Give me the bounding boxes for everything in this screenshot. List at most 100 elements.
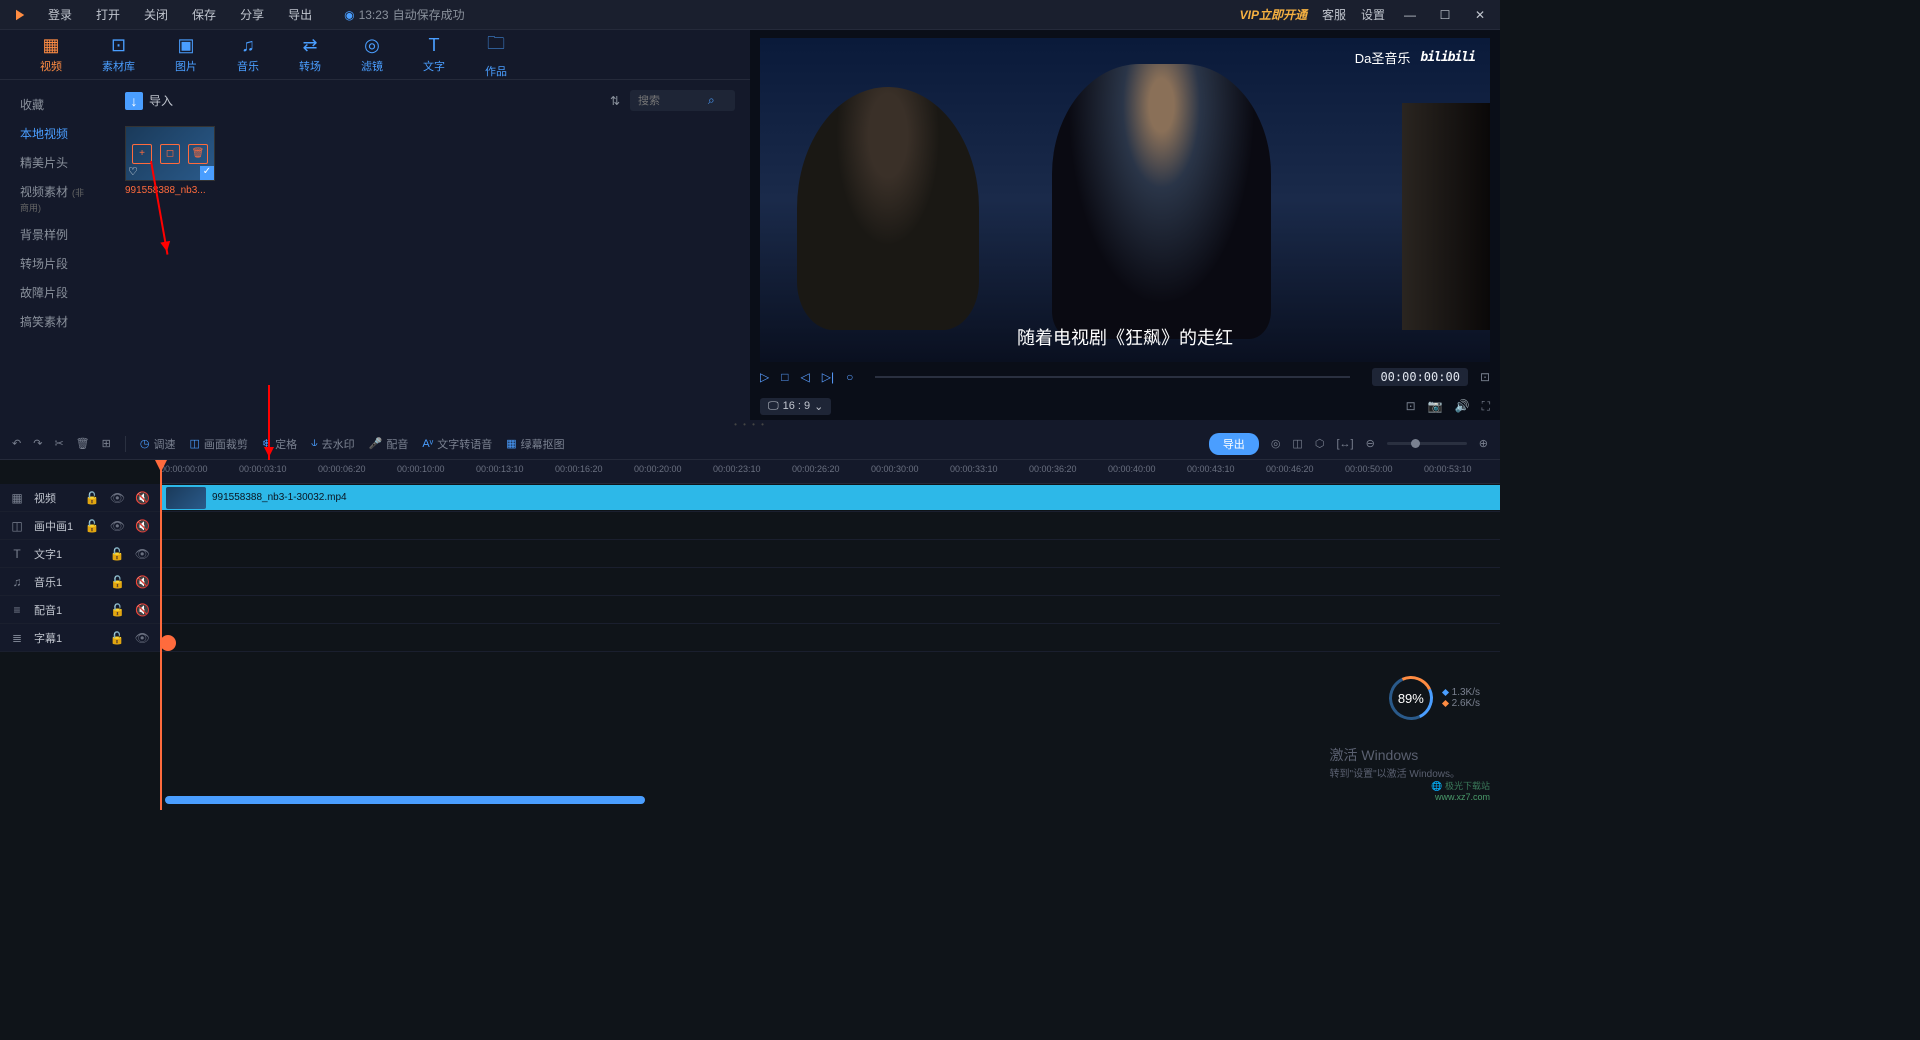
trash-button[interactable]: 🗑: [76, 437, 90, 450]
playhead[interactable]: [160, 460, 162, 810]
zoom-in-button[interactable]: ⊕: [1479, 437, 1488, 450]
snapshot-icon[interactable]: ⊡: [1406, 399, 1416, 414]
settings-button[interactable]: 设置: [1361, 6, 1385, 23]
delete-icon[interactable]: 🗑: [188, 144, 208, 164]
export-button[interactable]: 导出: [1209, 433, 1259, 455]
lock-icon[interactable]: 🔓: [85, 491, 100, 505]
aspect-ratio-select[interactable]: 🖵 16 : 9 ⌄: [760, 398, 831, 415]
play-button[interactable]: ▷: [760, 370, 769, 384]
video-clip[interactable]: 991558388_nb3-1-30032.mp4: [160, 485, 1500, 510]
minimize-button[interactable]: —: [1400, 8, 1420, 22]
track-body[interactable]: [160, 568, 1500, 595]
media-thumbnail[interactable]: +◻🗑 ♡ ✓ 991558388_nb3...: [125, 126, 735, 196]
mute-icon[interactable]: 🔇: [135, 491, 150, 505]
sidebar-item-trans-clip[interactable]: 转场片段: [0, 249, 110, 278]
preview-controls: ▷ □ ◁ ▷| ○ 00:00:00:00 ⊡: [750, 362, 1500, 392]
dub-button[interactable]: 🎤配音: [369, 436, 409, 452]
maximize-button[interactable]: ☐: [1435, 8, 1455, 22]
cut-button[interactable]: ✂: [54, 437, 63, 450]
search-icon[interactable]: ⌕: [708, 93, 715, 108]
tts-button[interactable]: Aᵛ文字转语音: [422, 436, 492, 452]
track-body[interactable]: [160, 512, 1500, 539]
menu-export[interactable]: 导出: [276, 6, 324, 23]
mute-icon[interactable]: 🔇: [135, 603, 150, 617]
layout-icon[interactable]: ◫: [1292, 437, 1302, 450]
sidebar-item-intro[interactable]: 精美片头: [0, 148, 110, 177]
keying-button[interactable]: ▦绿幕抠图: [506, 436, 564, 452]
lock-icon[interactable]: 🔓: [110, 631, 125, 645]
crop-icon[interactable]: ◻: [160, 144, 180, 164]
next-frame-button[interactable]: ▷|: [822, 370, 834, 384]
lock-icon[interactable]: 🔓: [85, 519, 100, 533]
mute-icon[interactable]: 🔇: [135, 575, 150, 589]
track-body[interactable]: [160, 540, 1500, 567]
zoom-out-button[interactable]: ⊖: [1366, 437, 1375, 450]
kefu-button[interactable]: 客服: [1322, 6, 1346, 23]
preview-scrubber[interactable]: [875, 376, 1350, 378]
prev-frame-button[interactable]: ◁: [800, 370, 809, 384]
fullscreen-icon[interactable]: ⛶: [1482, 399, 1490, 414]
ruler-mark: 00:00:00:00: [160, 464, 208, 474]
tab-filter[interactable]: ◎滤镜: [341, 35, 403, 74]
track-body[interactable]: [160, 596, 1500, 623]
lock-icon[interactable]: 🔓: [110, 603, 125, 617]
sidebar-item-glitch[interactable]: 故障片段: [0, 278, 110, 307]
tab-video[interactable]: ▦视频: [20, 35, 82, 74]
crop-button[interactable]: ◫画面裁剪: [189, 436, 247, 452]
sidebar-item-local[interactable]: 本地视频: [0, 119, 110, 148]
search-input[interactable]: [638, 95, 708, 107]
safe-zone-icon[interactable]: ⊡: [1480, 370, 1490, 384]
menu-save[interactable]: 保存: [180, 6, 228, 23]
timeline-scrollbar[interactable]: [165, 796, 645, 804]
eye-icon[interactable]: 👁: [135, 631, 150, 645]
sidebar-item-stock[interactable]: 视频素材(非商用): [0, 177, 110, 220]
marker-icon[interactable]: ◎: [1271, 437, 1281, 450]
fit-icon[interactable]: [↔]: [1336, 438, 1353, 450]
track-body[interactable]: 991558388_nb3-1-30032.mp4: [160, 484, 1500, 511]
sidebar-item-favorites[interactable]: 收藏: [0, 90, 110, 119]
mute-icon[interactable]: 🔇: [135, 519, 150, 533]
vip-button[interactable]: VIP立即开通: [1240, 6, 1307, 23]
music-icon: ♫: [241, 35, 255, 56]
lock-icon[interactable]: 🔓: [110, 575, 125, 589]
split-button[interactable]: ⊞: [102, 437, 111, 450]
redo-button[interactable]: ↷: [33, 437, 42, 450]
close-button[interactable]: ✕: [1470, 8, 1490, 22]
sidebar-item-funny[interactable]: 搞笑素材: [0, 307, 110, 336]
tab-music[interactable]: ♫音乐: [217, 35, 279, 74]
eye-icon[interactable]: 👁: [110, 519, 125, 533]
stop-button[interactable]: □: [781, 370, 788, 384]
login-button[interactable]: 登录: [36, 6, 84, 23]
speed-button[interactable]: ◷调速: [140, 436, 176, 452]
camera-icon[interactable]: 📷: [1428, 399, 1443, 414]
watermark-button[interactable]: ⫝去水印: [311, 436, 355, 452]
eye-icon[interactable]: 👁: [110, 491, 125, 505]
menu-share[interactable]: 分享: [228, 6, 276, 23]
shield-icon[interactable]: ⬡: [1315, 437, 1325, 450]
menu-open[interactable]: 打开: [84, 6, 132, 23]
lock-icon[interactable]: 🔓: [110, 547, 125, 561]
import-button[interactable]: ↓ 导入: [125, 92, 173, 110]
preview-video[interactable]: Da圣音乐 bilibili 随着电视剧《狂飙》的走红: [760, 38, 1490, 362]
tab-works[interactable]: 🗀作品: [465, 31, 527, 79]
zoom-slider[interactable]: [1387, 442, 1467, 445]
sidebar-item-bg[interactable]: 背景样例: [0, 220, 110, 249]
timeline-ruler[interactable]: 00:00:00:0000:00:03:1000:00:06:2000:00:1…: [160, 460, 1500, 484]
volume-icon[interactable]: 🔊: [1455, 399, 1470, 414]
timeline: 00:00:00:0000:00:03:1000:00:06:2000:00:1…: [0, 460, 1500, 810]
tab-library[interactable]: ⊡素材库: [82, 35, 155, 74]
windows-activation: 激活 Windows 转到"设置"以激活 Windows。: [1330, 745, 1460, 780]
search-box[interactable]: ⌕: [630, 90, 735, 111]
undo-button[interactable]: ↶: [12, 437, 21, 450]
loop-button[interactable]: ○: [846, 370, 853, 384]
menu-close[interactable]: 关闭: [132, 6, 180, 23]
tab-transition[interactable]: ⇄转场: [279, 35, 341, 74]
tab-image[interactable]: ▣图片: [155, 35, 217, 74]
tab-text[interactable]: T文字: [403, 35, 465, 74]
track-body[interactable]: [160, 624, 1500, 651]
panel-resize-handle[interactable]: • • • •: [0, 420, 1500, 428]
playhead-handle[interactable]: [160, 635, 176, 651]
eye-icon[interactable]: 👁: [135, 547, 150, 561]
heart-icon[interactable]: ♡: [128, 165, 138, 178]
sort-button[interactable]: ⇅: [610, 94, 620, 108]
